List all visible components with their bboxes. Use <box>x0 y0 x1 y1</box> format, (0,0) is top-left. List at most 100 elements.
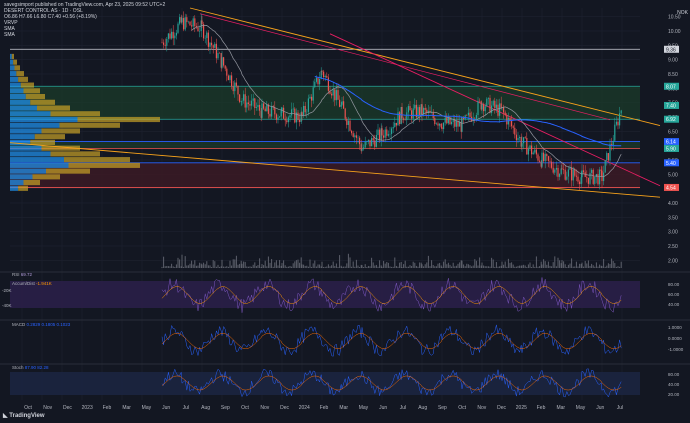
candle-body <box>526 138 528 155</box>
candle-body <box>291 109 293 116</box>
sub-panels <box>0 271 690 398</box>
time-tick-label: Sep <box>221 405 230 411</box>
volume-bar <box>506 266 508 268</box>
volume-bar <box>252 264 254 268</box>
time-tick-label: Dec <box>497 405 506 411</box>
candle-body <box>251 100 253 106</box>
time-tick-label: 2025 <box>516 405 527 411</box>
volume-bar <box>327 264 329 268</box>
volume-bar <box>267 256 269 268</box>
volume-bar <box>246 266 248 268</box>
candle-body <box>169 33 171 39</box>
volume-bar <box>457 263 459 268</box>
volume-bar <box>555 266 557 268</box>
volume-bar <box>611 258 613 268</box>
candle-body <box>166 38 168 46</box>
candle-body <box>481 104 483 110</box>
volume-bar <box>403 264 405 268</box>
candle-body <box>211 42 213 46</box>
vp-bar <box>68 162 140 168</box>
accum-tick-label: -20K <box>2 288 12 293</box>
volume-bar <box>264 260 266 268</box>
vp-bar <box>10 185 19 191</box>
candle-body <box>226 68 228 76</box>
volume-bar <box>257 265 259 268</box>
candle-body <box>212 45 214 48</box>
volume-bar <box>515 266 517 268</box>
candle-body <box>469 112 471 117</box>
candle-body <box>243 94 245 101</box>
candle-body <box>543 152 545 162</box>
volume-bar <box>552 262 554 268</box>
volume-bar <box>171 263 173 268</box>
candle-body <box>269 113 271 117</box>
vp-bar <box>59 122 120 128</box>
candle-body <box>184 17 186 30</box>
vp-bar <box>10 151 51 157</box>
volume-bar <box>483 265 485 268</box>
volume-bar <box>271 259 273 268</box>
candle-body <box>352 133 354 137</box>
candle-body <box>617 121 619 126</box>
volume-bar <box>247 266 249 268</box>
volume-bar <box>312 263 314 268</box>
volume-bar <box>164 266 166 268</box>
candle-body <box>324 75 326 78</box>
volume-bar <box>463 264 465 268</box>
volume-bar <box>479 257 481 268</box>
volume-bar <box>187 265 189 268</box>
candle-body <box>392 126 394 129</box>
volume-bar <box>395 265 397 268</box>
candle-body <box>314 81 316 88</box>
volume-bar <box>443 261 445 268</box>
volume-bar <box>204 264 206 268</box>
volume-bar <box>527 264 529 268</box>
volume-bar <box>414 262 416 268</box>
volume-bar <box>361 265 363 268</box>
candle-body <box>171 31 173 39</box>
time-tick-label: Sep <box>438 405 447 411</box>
volume-bar <box>431 260 433 268</box>
price-marker-label: 5.40 <box>666 161 676 167</box>
vp-bar <box>10 59 14 65</box>
time-tick-label: Jun <box>162 405 170 411</box>
volume-bar <box>221 259 223 268</box>
candle-body <box>317 77 319 85</box>
volume-bar <box>477 265 479 268</box>
volume-bar <box>389 266 391 268</box>
volume-bar <box>584 260 586 268</box>
volume-bar <box>255 266 257 268</box>
candle-body <box>263 103 265 109</box>
volume-bar <box>203 262 205 268</box>
time-tick-label: Aug <box>418 405 427 411</box>
volume-bar <box>195 265 197 268</box>
candle-body <box>544 154 546 162</box>
time-tick-label: Nov <box>260 405 269 411</box>
volume-bar <box>184 256 186 268</box>
volume-bar <box>166 265 168 268</box>
price-marker-label: 8.07 <box>666 84 676 90</box>
candle-body <box>354 135 356 137</box>
volume-bar <box>392 266 394 268</box>
price-marker-label: 6.92 <box>666 117 676 123</box>
volume-bar <box>574 266 576 268</box>
volume-bar <box>351 266 353 268</box>
macd-label: MACD 0.2829 0.1805 0.1023 <box>12 322 71 327</box>
candle-body <box>515 134 517 141</box>
candle-body <box>541 152 543 167</box>
time-tick-label: Jul <box>400 405 406 411</box>
candle-body <box>615 121 617 125</box>
price-tick-label: 9.00 <box>668 58 678 64</box>
volume-bar <box>461 260 463 268</box>
volume-bar <box>375 264 377 268</box>
candle-body <box>395 122 397 126</box>
candle-body <box>297 112 299 120</box>
volume-bar <box>472 265 474 268</box>
vp-bar <box>10 99 31 105</box>
indicator-tick-label: 80.00 <box>668 372 680 377</box>
candle-body <box>377 129 379 135</box>
volume-bar <box>451 266 453 268</box>
candle-body <box>217 53 219 59</box>
candle-body <box>343 101 345 109</box>
vp-bar <box>10 111 51 117</box>
